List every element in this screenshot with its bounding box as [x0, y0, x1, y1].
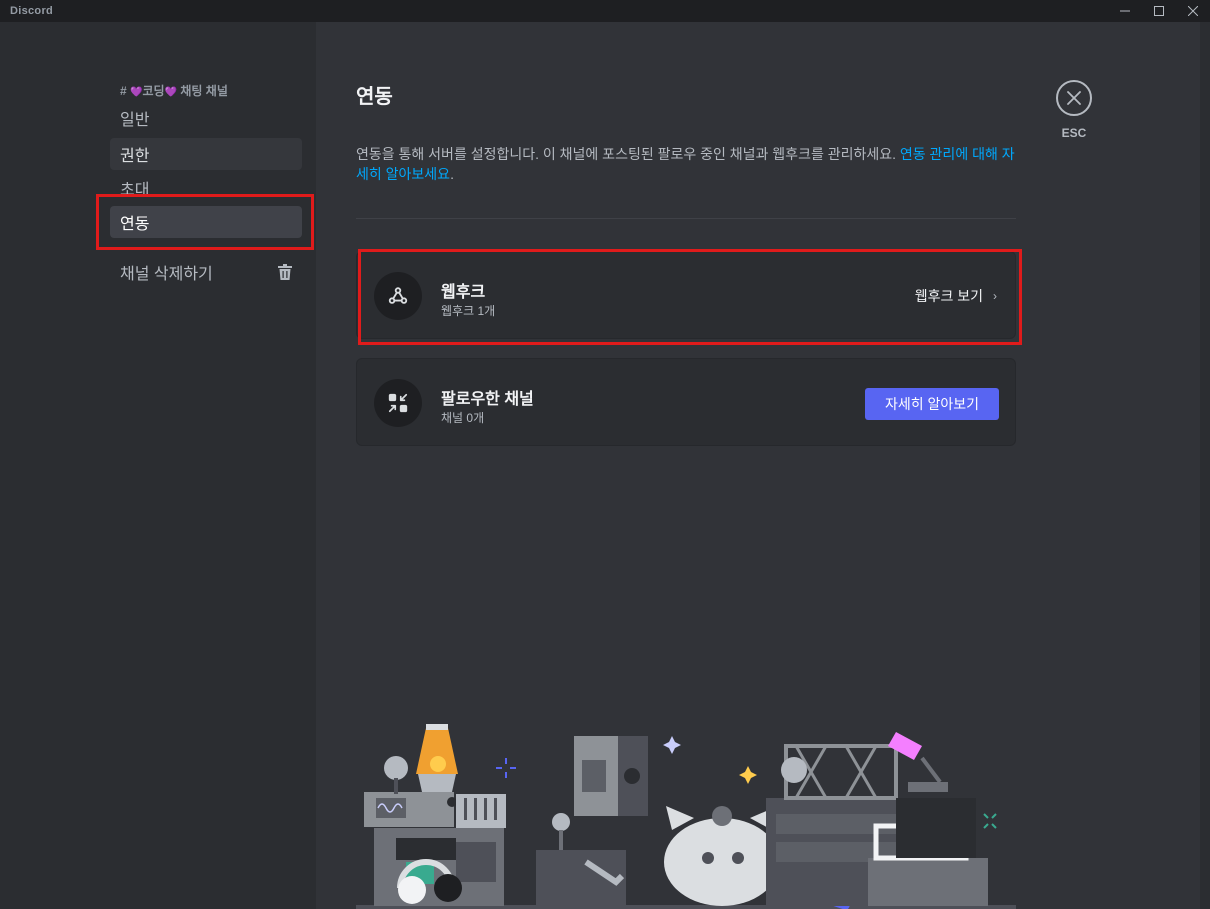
webhooks-title: 웹후크: [441, 284, 486, 301]
close-settings-button[interactable]: [1056, 80, 1092, 116]
view-webhooks-label: 웹후크 보기: [914, 288, 983, 304]
sidebar-item-permissions[interactable]: 권한: [110, 138, 302, 170]
minimize-icon: [1120, 10, 1130, 12]
followed-channels-card: 팔로우한 채널 채널 0개 자세히 알아보기: [356, 358, 1016, 446]
app-name: Discord: [10, 5, 54, 17]
sidebar-item-invites[interactable]: 초대: [110, 172, 302, 204]
title-bar: Discord: [0, 0, 1210, 22]
close-icon: [1067, 91, 1081, 105]
sidebar-item-label: 권한: [120, 148, 150, 165]
maximize-button[interactable]: [1142, 0, 1176, 22]
channel-name-part1: 코딩: [142, 84, 165, 98]
window-controls: [1108, 0, 1210, 22]
divider: [356, 218, 1016, 219]
close-window-button[interactable]: [1176, 0, 1210, 22]
sidebar-channel-header: # 💜코딩💜 채팅 채널: [120, 82, 228, 99]
chevron-right-icon: ›: [993, 289, 997, 303]
learn-more-button[interactable]: 자세히 알아보기: [865, 388, 999, 420]
integrations-panel: 연동 연동을 통해 서버를 설정합니다. 이 채널에 포스팅된 팔로우 중인 채…: [316, 22, 1200, 909]
view-webhooks-button[interactable]: 웹후크 보기 ›: [915, 286, 997, 306]
hash-icon: #: [120, 84, 127, 98]
workshop-illustration: [356, 724, 1016, 909]
close-icon: [1188, 6, 1198, 16]
page-title: 연동: [356, 86, 393, 108]
trash-icon: [278, 264, 292, 285]
sidebar-item-integrations[interactable]: 연동: [110, 206, 302, 238]
delete-channel-label: 채널 삭제하기: [120, 266, 213, 283]
sidebar-item-label: 연동: [120, 216, 150, 233]
heart-icon: 💜: [164, 87, 178, 98]
right-edge-strip: [1200, 22, 1210, 909]
follow-channel-icon: [374, 379, 422, 427]
sidebar-item-general[interactable]: 일반: [110, 102, 302, 134]
esc-label: ESC: [1061, 126, 1087, 140]
maximize-icon: [1154, 6, 1164, 16]
channel-name-part2: 채팅 채널: [180, 84, 228, 98]
webhook-icon: [374, 272, 422, 320]
webhooks-count: 웹후크 1개: [441, 304, 496, 318]
page-description: 연동을 통해 서버를 설정합니다. 이 채널에 포스팅된 팔로우 중인 채널과 …: [356, 146, 1015, 182]
followed-channels-count: 채널 0개: [441, 411, 485, 425]
followed-channels-title: 팔로우한 채널: [441, 391, 534, 408]
sidebar-item-label: 일반: [120, 112, 150, 129]
settings-sidebar: # 💜코딩💜 채팅 채널 일반 권한 초대 연동 채널 삭제하기: [0, 22, 316, 909]
webhooks-card[interactable]: 웹후크 웹후크 1개 웹후크 보기 ›: [356, 251, 1016, 339]
sidebar-item-label: 초대: [120, 182, 150, 199]
minimize-button[interactable]: [1108, 0, 1142, 22]
heart-icon: 💜: [130, 87, 143, 98]
delete-channel-button[interactable]: 채널 삭제하기: [110, 256, 302, 288]
